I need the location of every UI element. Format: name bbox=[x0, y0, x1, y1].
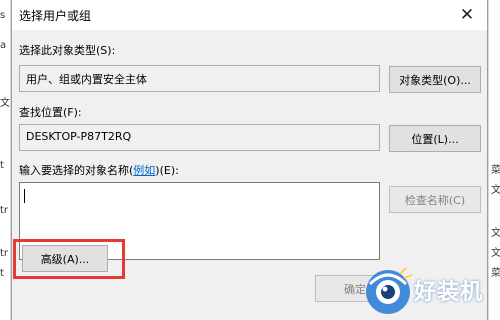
bg-text: 文 bbox=[491, 248, 500, 259]
text-caret bbox=[24, 189, 25, 203]
close-icon: ✕ bbox=[459, 5, 475, 25]
watermark-text: 好装机 bbox=[414, 280, 484, 305]
watermark: 好装机 bbox=[360, 262, 500, 320]
location-label: 查找位置(F): bbox=[19, 106, 82, 119]
location-field: DESKTOP-P87T2RQ bbox=[19, 124, 380, 151]
locations-button[interactable]: 位置(L)... bbox=[389, 125, 481, 152]
bg-text: 文 bbox=[491, 185, 500, 196]
bg-text: a bbox=[0, 40, 7, 51]
object-type-label: 选择此对象类型(S): bbox=[19, 44, 116, 57]
dialog-title: 选择用户或组 bbox=[19, 9, 92, 23]
bg-text: t bbox=[0, 268, 4, 279]
bg-text: t bbox=[0, 160, 4, 171]
bg-text: 文 bbox=[491, 228, 500, 239]
object-names-label: 输入要选择的对象名称(例如)(E): bbox=[19, 162, 179, 178]
watermark-logo-icon bbox=[366, 267, 413, 314]
bg-text: tr bbox=[0, 248, 9, 259]
object-names-label-prefix: 输入要选择的对象名称( bbox=[19, 164, 134, 177]
background-window-left: s a 文 t tr tr t bbox=[0, 0, 11, 320]
object-type-field: 用户、组或内置安全主体 bbox=[19, 65, 380, 92]
bg-text: 文 bbox=[0, 98, 10, 109]
advanced-button-highlight bbox=[13, 239, 125, 279]
check-names-button[interactable]: 检查名称(C) bbox=[389, 186, 481, 213]
title-bar: 选择用户或组 ✕ bbox=[12, 0, 487, 30]
object-names-label-suffix: )(E): bbox=[155, 164, 179, 177]
object-types-button[interactable]: 对象类型(O)... bbox=[389, 66, 481, 93]
bg-text: tr bbox=[0, 205, 9, 216]
close-button[interactable]: ✕ bbox=[447, 0, 487, 30]
bg-text: 菜 bbox=[491, 165, 500, 176]
bg-text: s bbox=[0, 10, 6, 21]
examples-link[interactable]: 例如 bbox=[133, 164, 155, 177]
